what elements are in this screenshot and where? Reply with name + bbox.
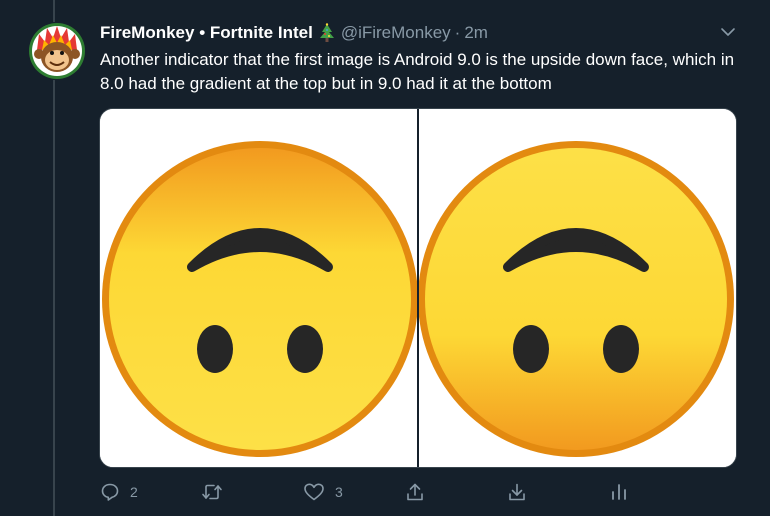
fire-monkey-avatar-icon <box>29 23 85 79</box>
like-button[interactable]: 3 <box>303 480 343 504</box>
media-image-android-8[interactable] <box>100 109 417 467</box>
reply-icon <box>101 483 119 501</box>
tweet-timestamp[interactable]: 2m <box>464 22 488 44</box>
tweet-header: FireMonkey • Fortnite Intel @iFireMonkey… <box>100 22 488 44</box>
separator-dot: · <box>454 23 461 42</box>
share-icon <box>407 483 423 501</box>
download-icon <box>509 483 525 501</box>
analytics-button[interactable] <box>609 480 629 504</box>
reply-button[interactable]: 2 <box>100 480 138 504</box>
retweet-icon <box>202 484 222 500</box>
heart-icon <box>304 483 324 501</box>
media-image-android-9[interactable] <box>419 109 736 467</box>
analytics-icon <box>612 484 626 500</box>
upside-down-face-emoji-9 <box>419 109 736 467</box>
chevron-down-icon <box>721 28 735 36</box>
tweet-media[interactable] <box>99 108 737 468</box>
tweet-actions: 2 3 <box>100 480 740 504</box>
thread-line-top <box>53 0 55 22</box>
like-count: 3 <box>335 484 343 500</box>
share-button[interactable] <box>405 480 425 504</box>
avatar[interactable] <box>27 22 87 80</box>
retweet-button[interactable] <box>201 480 233 504</box>
christmas-tree-icon <box>319 23 335 43</box>
download-button[interactable] <box>507 480 527 504</box>
upside-down-face-emoji-8 <box>100 109 417 467</box>
reply-count: 2 <box>130 484 138 500</box>
author-name[interactable]: FireMonkey • Fortnite Intel <box>100 22 313 44</box>
tweet-text: Another indicator that the first image i… <box>100 50 735 93</box>
more-options-button[interactable] <box>718 22 738 42</box>
author-handle[interactable]: @iFireMonkey <box>341 22 451 44</box>
thread-line-bottom <box>53 80 55 516</box>
